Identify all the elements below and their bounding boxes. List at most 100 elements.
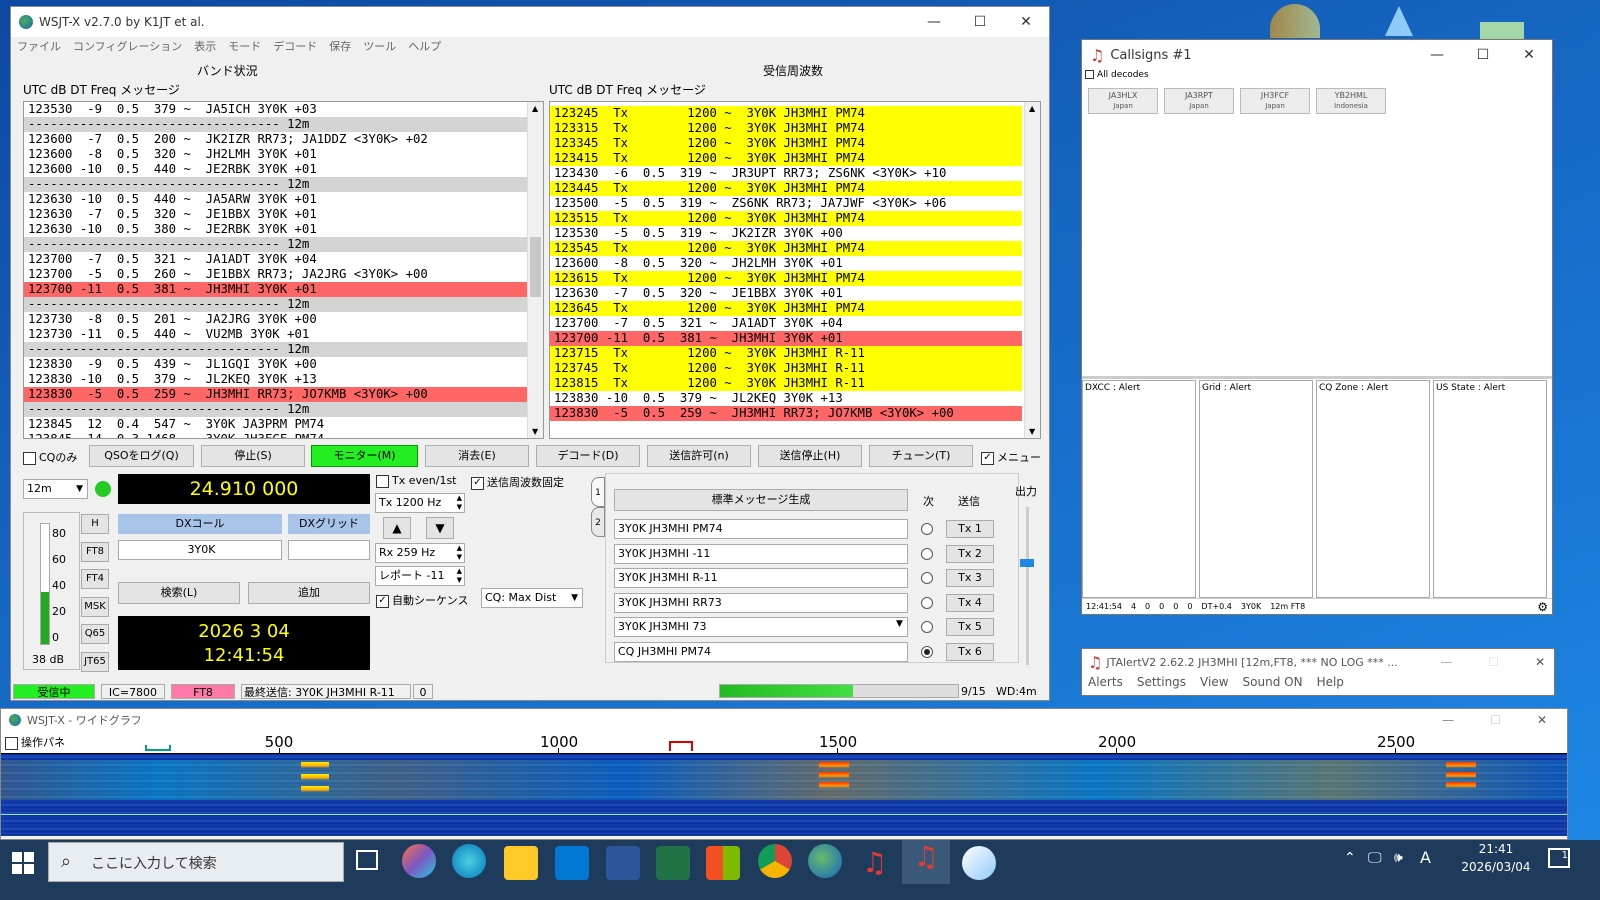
jtalert-taskbar-icon[interactable]: ♫ bbox=[862, 846, 887, 879]
decode-row[interactable]: 123700 -11 0.5 381 ~ JH3MHI 3Y0K +01 bbox=[24, 282, 528, 297]
tx-frequency-spinbox[interactable]: Tx 1200 Hz ▲ ▼ bbox=[375, 493, 465, 513]
tx-message-input[interactable]: CQ JH3MHI PM74 bbox=[614, 641, 908, 662]
tab-1[interactable]: 1 bbox=[591, 477, 605, 507]
menu-help[interactable]: ヘルプ bbox=[408, 38, 441, 54]
minimize-icon[interactable]: — bbox=[1442, 713, 1454, 727]
rx-decode-row[interactable]: 123830 -10 0.5 379 ~ JL2KEQ 3Y0K +13 bbox=[550, 391, 1022, 406]
tx-next-radio[interactable] bbox=[921, 572, 933, 584]
rx-decode-row[interactable]: 123830 -5 0.5 259 ~ JH3MHI RR73; JO7KMB … bbox=[550, 406, 1022, 421]
tx-send-button[interactable]: Tx 2 bbox=[946, 544, 994, 563]
notification-icon[interactable]: 1 bbox=[1548, 848, 1570, 868]
tx-next-radio[interactable] bbox=[921, 596, 933, 609]
menu-config[interactable]: コンフィグレーション bbox=[73, 38, 182, 54]
tx-next-radio[interactable] bbox=[921, 547, 933, 560]
report-spinbox[interactable]: レポート -11 ▲ ▼ bbox=[375, 566, 465, 586]
chevron-down-icon[interactable]: ▼ bbox=[896, 619, 903, 629]
rx-scrollbar[interactable]: ▲ ▼ bbox=[1024, 102, 1040, 438]
menu-file[interactable]: ファイル bbox=[17, 38, 61, 54]
rx-decode-row[interactable]: 123530 -5 0.5 319 ~ JK2IZR 3Y0K +00 bbox=[550, 226, 1022, 241]
band-scrollbar[interactable]: ▲ ▼ bbox=[527, 102, 543, 438]
settings-gear-icon[interactable]: ⚙ bbox=[1537, 599, 1548, 615]
tx-send-button[interactable]: Tx 5 bbox=[946, 618, 994, 636]
tx-even-checkbox[interactable]: Tx even/1st bbox=[376, 474, 457, 488]
decode-row[interactable]: 123730 -11 0.5 440 ~ VU2MB 3Y0K +01 bbox=[24, 327, 528, 342]
log-qso-button[interactable]: QSOをログ(Q) bbox=[89, 445, 194, 467]
rx-decode-row[interactable]: 123715 Tx 1200 ~ 3Y0K JH3MHI R-11 bbox=[550, 346, 1022, 361]
decode-row[interactable]: 123600 -10 0.5 440 ~ JE2RBK 3Y0K +01 bbox=[24, 162, 528, 177]
maximize-icon[interactable]: ☐ bbox=[957, 14, 1003, 30]
decode-row[interactable]: 123830 -5 0.5 259 ~ JH3MHI RR73; JO7KMB … bbox=[24, 387, 528, 402]
minimize-icon[interactable]: — bbox=[1440, 655, 1452, 669]
rx-decode-row[interactable]: 123745 Tx 1200 ~ 3Y0K JH3MHI R-11 bbox=[550, 361, 1022, 376]
jtalert-menu-item[interactable]: View bbox=[1200, 675, 1228, 689]
rx-decode-row[interactable]: 123630 -7 0.5 320 ~ JE1BBX 3Y0K +01 bbox=[550, 286, 1022, 301]
mode-button-msk[interactable]: MSK bbox=[81, 596, 109, 617]
close-icon[interactable]: ✕ bbox=[1537, 713, 1547, 727]
decode-row[interactable]: 123700 -7 0.5 321 ~ JA1ADT 3Y0K +04 bbox=[24, 252, 528, 267]
down-arrow-button[interactable]: ▼ bbox=[426, 517, 454, 539]
decode-row[interactable]: 123630 -10 0.5 380 ~ JE2RBK 3Y0K +01 bbox=[24, 222, 528, 237]
menu-decode[interactable]: デコード bbox=[273, 38, 317, 54]
cq-only-checkbox[interactable]: CQのみ bbox=[23, 449, 77, 465]
tx-next-radio[interactable] bbox=[921, 621, 933, 633]
windows-start-icon[interactable] bbox=[12, 852, 34, 874]
task-view-icon[interactable] bbox=[356, 850, 378, 870]
halt-tx-button[interactable]: 送信停止(H) bbox=[758, 445, 862, 467]
rx-decode-row[interactable]: 123415 Tx 1200 ~ 3Y0K JH3MHI PM74 bbox=[550, 151, 1022, 166]
decode-row[interactable]: 123530 -9 0.5 379 ~ JA5ICH 3Y0K +03 bbox=[24, 102, 528, 117]
hold-tx-freq-checkbox[interactable]: ✓ 送信周波数固定 bbox=[471, 474, 564, 490]
close-icon[interactable]: ✕ bbox=[1535, 655, 1545, 669]
dx-grid-input[interactable] bbox=[288, 540, 370, 560]
rx-decode-row[interactable]: 123515 Tx 1200 ~ 3Y0K JH3MHI PM74 bbox=[550, 211, 1022, 226]
rx-frequency-spinbox[interactable]: Rx 259 Hz ▲ ▼ bbox=[375, 543, 465, 563]
decode-row[interactable]: 123730 -8 0.5 201 ~ JA2JRG 3Y0K +00 bbox=[24, 312, 528, 327]
minimize-icon[interactable]: — bbox=[911, 14, 957, 30]
wsjtx-taskbar-icon[interactable] bbox=[808, 844, 842, 878]
control-panel-checkbox[interactable]: 操作パネ bbox=[5, 734, 65, 750]
monitor-button[interactable]: モニター(M) bbox=[311, 445, 418, 467]
separator-row[interactable]: ---------------------------------- 12m bbox=[24, 402, 528, 417]
callsign-tile[interactable]: JA3RPT Japan bbox=[1164, 88, 1234, 114]
separator-row[interactable]: ---------------------------------- 12m bbox=[24, 342, 528, 357]
tx-send-button[interactable]: Tx 6 bbox=[946, 642, 994, 661]
separator-row[interactable]: ---------------------------------- 12m bbox=[24, 177, 528, 192]
minimize-icon[interactable]: — bbox=[1414, 47, 1460, 63]
tx-message-input[interactable]: 3Y0K JH3MHI R-11 bbox=[614, 568, 908, 588]
paint-icon[interactable] bbox=[962, 846, 996, 880]
rx-decode-row[interactable]: 123700 -11 0.5 381 ~ JH3MHI 3Y0K +01 bbox=[550, 331, 1022, 346]
clock-time[interactable]: 21:41 bbox=[1460, 842, 1532, 856]
copilot-icon[interactable] bbox=[402, 844, 436, 878]
dx-call-input[interactable]: 3Y0K bbox=[118, 540, 282, 560]
tx-send-button[interactable]: Tx 1 bbox=[946, 520, 994, 538]
mode-button-q65[interactable]: Q65 bbox=[81, 624, 109, 644]
rx-decode-row[interactable]: 123545 Tx 1200 ~ 3Y0K JH3MHI PM74 bbox=[550, 241, 1022, 256]
enable-tx-button[interactable]: 送信許可(n) bbox=[647, 445, 751, 467]
decode-row[interactable]: 123845 12 0.4 547 ~ 3Y0K JA3PRM PM74 bbox=[24, 417, 528, 432]
volume-icon[interactable]: 🕪 bbox=[1394, 850, 1403, 866]
tray-chevron-icon[interactable]: ⌃ bbox=[1344, 850, 1356, 866]
callsign-tile[interactable]: JA3HLX Japan bbox=[1088, 88, 1158, 114]
menu-tools[interactable]: ツール bbox=[363, 38, 396, 54]
maximize-icon[interactable]: ☐ bbox=[1488, 655, 1499, 669]
callsign-tile[interactable]: YB2HML Indonesia bbox=[1316, 88, 1386, 114]
rx-decode-row[interactable]: 123245 Tx 1200 ~ 3Y0K JH3MHI PM74 bbox=[550, 106, 1022, 121]
store-icon[interactable] bbox=[706, 846, 740, 880]
callsign-tile[interactable]: JH3FCF Japan bbox=[1240, 88, 1310, 114]
rx-frequency-panel[interactable]: 123245 Tx 1200 ~ 3Y0K JH3MHI PM74 123315 … bbox=[549, 101, 1041, 439]
excel-icon[interactable] bbox=[656, 846, 690, 880]
decode-row[interactable]: 123630 -10 0.5 440 ~ JA5ARW 3Y0K +01 bbox=[24, 192, 528, 207]
decode-row[interactable]: 123630 -7 0.5 320 ~ JE1BBX 3Y0K +01 bbox=[24, 207, 528, 222]
tx-message-input[interactable]: 3Y0K JH3MHI PM74 bbox=[614, 519, 908, 539]
file-explorer-icon[interactable] bbox=[504, 846, 538, 880]
rx-decode-row[interactable]: 123500 -5 0.5 319 ~ ZS6NK RR73; JA7JWF <… bbox=[550, 196, 1022, 211]
rx-decode-row[interactable]: 123700 -7 0.5 321 ~ JA1ADT 3Y0K +04 bbox=[550, 316, 1022, 331]
power-slider[interactable] bbox=[1018, 507, 1038, 667]
mode-button-ft8[interactable]: FT8 bbox=[81, 541, 109, 562]
rx-decode-row[interactable]: 123815 Tx 1200 ~ 3Y0K JH3MHI R-11 bbox=[550, 376, 1022, 391]
desktop-icon-2[interactable] bbox=[1385, 6, 1413, 36]
mode-button-ft4[interactable]: FT4 bbox=[81, 569, 109, 589]
tx-send-button[interactable]: Tx 4 bbox=[946, 593, 994, 612]
tx-send-button[interactable]: Tx 3 bbox=[946, 569, 994, 587]
desktop-icon-3[interactable] bbox=[1480, 22, 1524, 40]
auto-seq-checkbox[interactable]: ✓ 自動シーケンス bbox=[376, 592, 468, 608]
